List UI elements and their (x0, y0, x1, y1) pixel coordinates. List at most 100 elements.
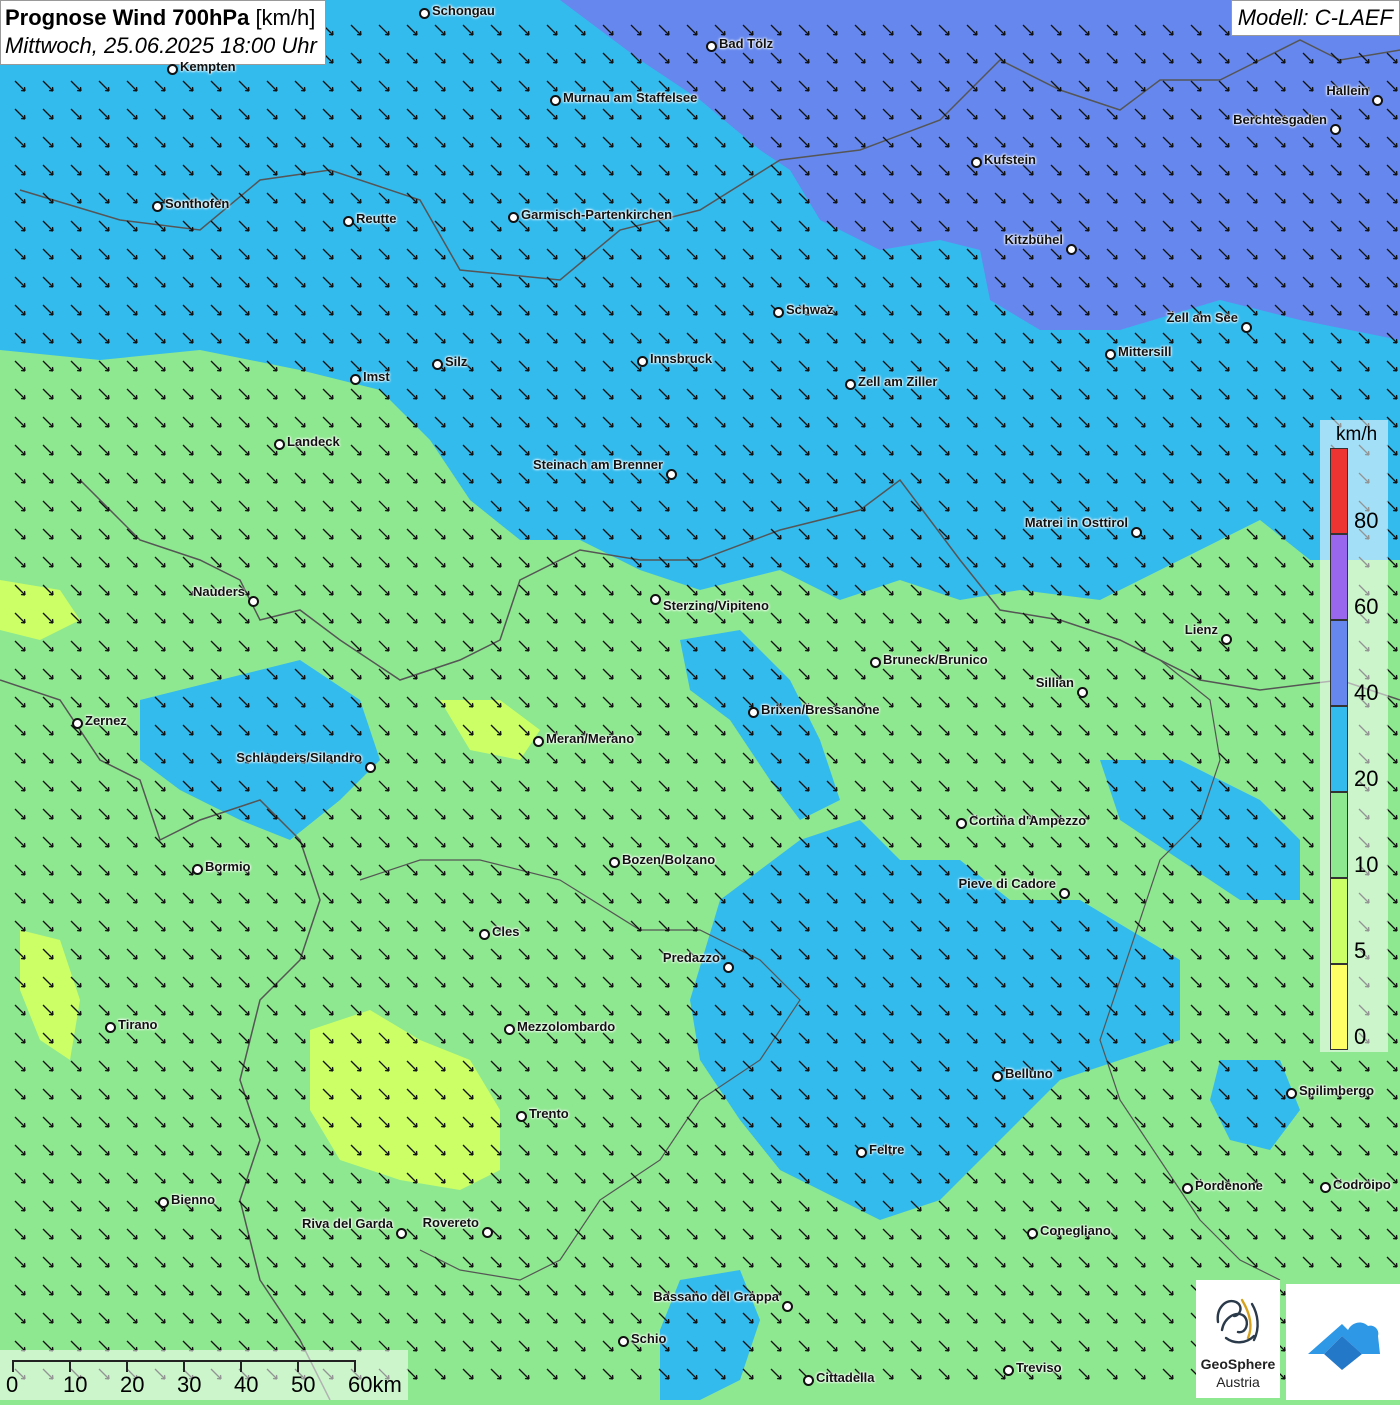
legend-band (1330, 534, 1348, 620)
city-label: Bruneck/Brunico (883, 652, 988, 667)
city-marker (748, 707, 759, 718)
city-marker (856, 1147, 867, 1158)
city-marker (706, 41, 717, 52)
city-label: Imst (363, 369, 390, 384)
city-marker (609, 857, 620, 868)
city-label: Codroipo (1333, 1177, 1391, 1192)
city-marker (650, 594, 661, 605)
city-marker (248, 596, 259, 607)
city-marker (516, 1111, 527, 1122)
city-label: Berchtesgaden (1233, 112, 1327, 127)
city-label: Belluno (1005, 1066, 1053, 1081)
city-label: Cles (492, 924, 520, 939)
city-label: Innsbruck (650, 351, 713, 366)
scale-label: 60km (348, 1372, 402, 1397)
city-marker (666, 469, 677, 480)
city-marker (550, 95, 561, 106)
city-marker (533, 736, 544, 747)
legend-label: 80 (1354, 508, 1379, 533)
city-marker (618, 1336, 629, 1347)
city-marker (637, 356, 648, 367)
city-marker (782, 1301, 793, 1312)
city-label: Pordenone (1195, 1178, 1263, 1193)
map-title-unit: [km/h] (255, 5, 316, 30)
scale-tick (12, 1360, 14, 1372)
title-box: Prognose Wind 700hPa [km/h] Mittwoch, 25… (0, 0, 326, 65)
city-label: Schwaz (786, 302, 834, 317)
city-label: Bassano del Grappa (653, 1289, 779, 1304)
city-marker (1003, 1365, 1014, 1376)
city-marker (72, 718, 83, 729)
city-marker (167, 64, 178, 75)
city-label: Schio (631, 1331, 667, 1346)
city-marker (1027, 1228, 1038, 1239)
city-marker (482, 1227, 493, 1238)
city-label: Sillian (1035, 675, 1074, 690)
city-label: Zell am See (1166, 310, 1238, 325)
city-marker (803, 1375, 814, 1386)
scale-label: 40 (234, 1372, 259, 1397)
city-marker (158, 1197, 169, 1208)
city-label: Silz (445, 354, 468, 369)
city-marker (1059, 888, 1070, 899)
city-label: Hallein (1326, 83, 1369, 98)
city-label: Schlanders/Silandro (236, 750, 362, 765)
scale-label: 50 (291, 1372, 316, 1397)
legend-band (1330, 706, 1348, 792)
city-marker (343, 216, 354, 227)
city-label: Pieve di Cadore (958, 876, 1056, 891)
city-label: Nauders (192, 584, 245, 599)
legend-label: 20 (1354, 766, 1379, 791)
city-label: Steinach am Brenner (532, 457, 663, 472)
city-label: Brixen/Bressanone (761, 702, 880, 717)
legend-label: 40 (1354, 680, 1379, 705)
legend-label: 5 (1354, 938, 1367, 963)
city-label: Spilimbergo (1299, 1083, 1375, 1098)
city-marker (1330, 124, 1341, 135)
city-marker (773, 307, 784, 318)
legend-band (1330, 964, 1348, 1050)
city-marker (723, 962, 734, 973)
legend-label: 60 (1354, 594, 1379, 619)
city-marker (1105, 349, 1116, 360)
geosphere-logo[interactable]: GeoSphere Austria (1196, 1280, 1280, 1398)
scale-tick (240, 1360, 242, 1372)
city-marker (1066, 244, 1077, 255)
scale-tick (297, 1360, 299, 1372)
city-label: Mezzolombardo (517, 1019, 616, 1034)
city-marker (504, 1024, 515, 1035)
scale-label: 0 (6, 1372, 19, 1397)
legend-band (1330, 620, 1348, 706)
scale-tick (183, 1360, 185, 1372)
city-label: Mittersill (1118, 344, 1172, 359)
scale-label: 20 (120, 1372, 145, 1397)
city-marker (1320, 1182, 1331, 1193)
geosphere-name-line2: Austria (1216, 1374, 1260, 1390)
city-label: Meran/Merano (546, 731, 635, 746)
city-marker (971, 157, 982, 168)
city-label: Cittadella (816, 1370, 875, 1385)
city-label: Murnau am Staffelsee (563, 90, 698, 105)
city-label: Lienz (1184, 622, 1218, 637)
scale-tick (354, 1360, 356, 1372)
scale-label: 30 (177, 1372, 202, 1397)
city-marker (396, 1228, 407, 1239)
city-marker (479, 929, 490, 940)
model-label: Modell: C-LAEF (1230, 0, 1400, 36)
app-logo[interactable] (1286, 1284, 1400, 1400)
scale-tick (126, 1360, 128, 1372)
city-label: Bad Tölz (719, 36, 774, 51)
city-marker (1221, 634, 1232, 645)
city-marker (1372, 95, 1383, 106)
scale-label: 10 (63, 1372, 88, 1397)
city-label: Kempten (180, 59, 236, 74)
city-label: Schongau (432, 3, 495, 18)
city-label: Sterzing/Vipiteno (663, 598, 769, 613)
city-marker (1182, 1183, 1193, 1194)
city-marker (1286, 1088, 1297, 1099)
city-marker (992, 1071, 1003, 1082)
legend-band (1330, 792, 1348, 878)
city-label: Sonthofen (165, 196, 230, 211)
city-marker (1241, 322, 1252, 333)
color-legend: km/h 0 5 10 20 40 60 80 (1320, 420, 1388, 1052)
